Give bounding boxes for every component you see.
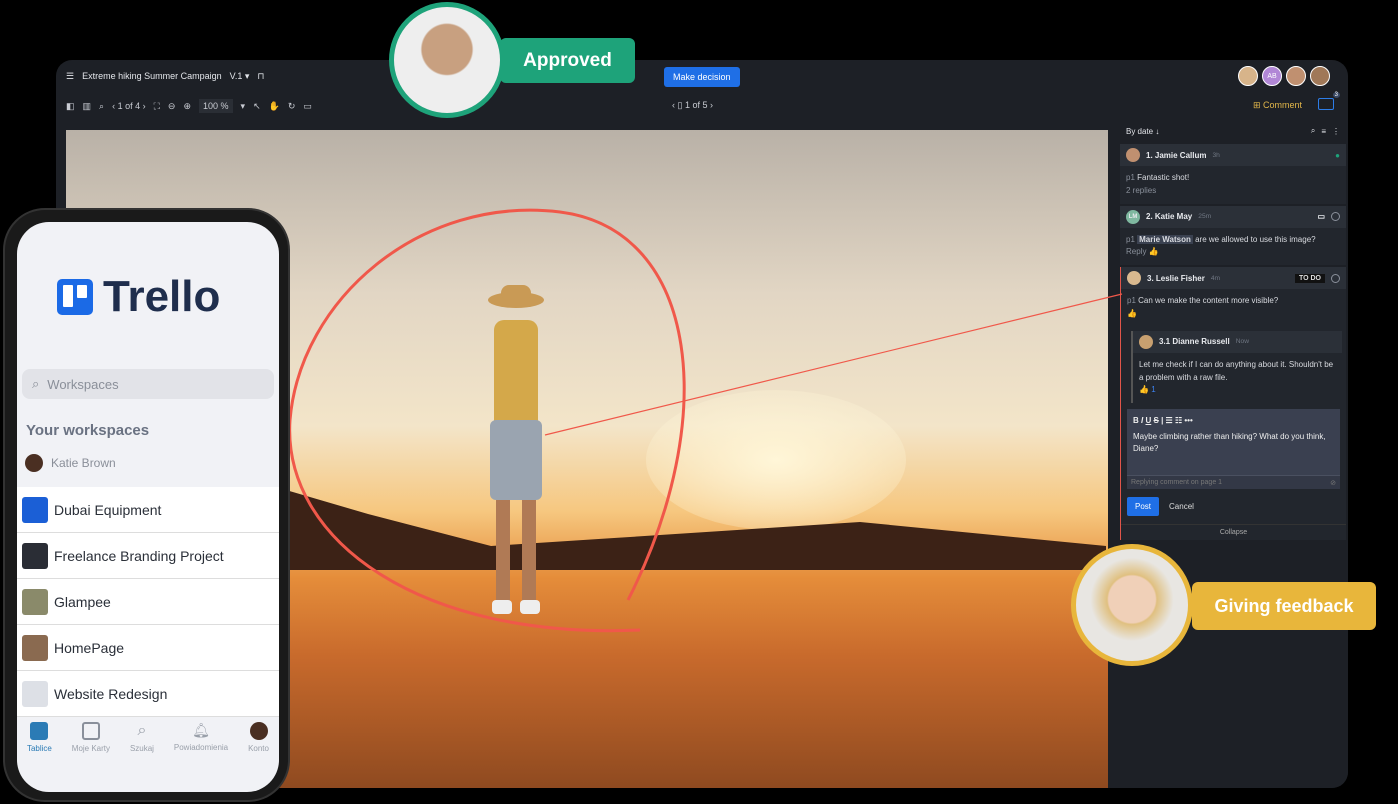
board-thumbnail — [22, 680, 48, 707]
board-item[interactable]: Freelance Branding Project — [17, 533, 279, 579]
avatar — [25, 454, 43, 472]
board-item[interactable]: Dubai Equipment — [17, 487, 279, 533]
trello-logo: Trello — [57, 272, 220, 322]
workspace-user[interactable]: Katie Brown — [25, 454, 116, 472]
board-thumbnail — [22, 588, 48, 615]
approver-avatar — [389, 2, 505, 118]
feedback-badge: Giving feedback — [1192, 582, 1376, 630]
board-list: Dubai Equipment Freelance Branding Proje… — [17, 487, 279, 717]
tab-search[interactable]: ⌕ Szukaj — [130, 722, 154, 753]
section-heading: Your workspaces — [26, 422, 150, 439]
search-placeholder: Workspaces — [47, 376, 119, 392]
board-item[interactable]: Website Redesign — [17, 671, 279, 717]
board-thumbnail — [22, 542, 48, 569]
board-item[interactable]: HomePage — [17, 625, 279, 671]
board-thumbnail — [22, 496, 48, 523]
tab-my-cards[interactable]: Moje Karty — [72, 722, 110, 753]
tab-boards[interactable]: Tablice — [27, 722, 52, 753]
avatar — [249, 722, 268, 740]
search-icon: ⌕ — [32, 376, 40, 391]
board-thumbnail — [22, 634, 48, 661]
search-icon: ⌕ — [137, 722, 147, 739]
boards-icon — [30, 722, 49, 740]
approved-badge: Approved — [500, 38, 635, 83]
annotation-connector — [544, 293, 1123, 436]
bell-icon: 🔔︎ — [192, 722, 210, 738]
circle-annotation[interactable] — [288, 208, 686, 633]
bottom-tab-bar: Tablice Moje Karty ⌕ Szukaj 🔔︎ Powiadomien… — [17, 722, 279, 753]
workspaces-search[interactable]: ⌕ Workspaces — [22, 369, 274, 399]
trello-logo-icon — [57, 279, 93, 315]
board-item[interactable]: Glampee — [17, 579, 279, 625]
tab-notifications[interactable]: 🔔︎ Powiadomienia — [174, 722, 228, 753]
trello-app: Trello ⌕ Workspaces Your workspaces Katie… — [17, 222, 279, 792]
phone-mockup: Trello ⌕ Workspaces Your workspaces Katie… — [3, 208, 290, 802]
cards-icon — [81, 722, 100, 740]
tab-account[interactable]: Konto — [248, 722, 269, 753]
reviewer-avatar — [1071, 544, 1193, 666]
